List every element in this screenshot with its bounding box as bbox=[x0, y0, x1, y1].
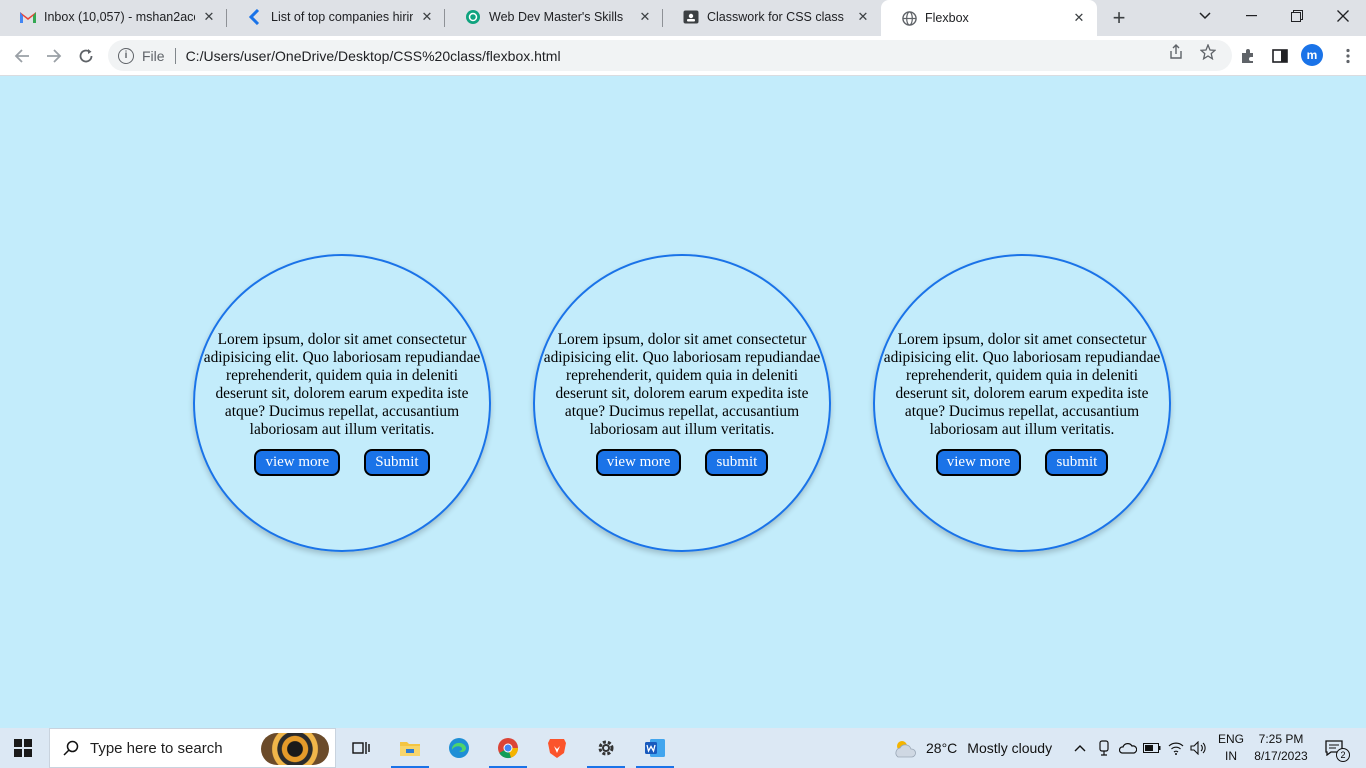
tab-title: Flexbox bbox=[925, 11, 969, 25]
file-explorer-icon[interactable] bbox=[391, 734, 429, 768]
language-indicator[interactable]: ENG IN bbox=[1216, 731, 1246, 765]
side-panel-icon[interactable] bbox=[1270, 46, 1290, 66]
settings-icon[interactable] bbox=[587, 734, 625, 768]
tab-title: Classwork for CSS class bbox=[707, 10, 844, 24]
taskbar-search-box[interactable]: Type here to search bbox=[49, 728, 336, 768]
task-view-icon[interactable] bbox=[346, 734, 376, 762]
chatgpt-icon bbox=[465, 9, 481, 25]
volume-icon[interactable] bbox=[1190, 738, 1208, 758]
extensions-icon[interactable] bbox=[1238, 46, 1258, 66]
circle-card-1: Lorem ipsum, dolor sit amet consectetur … bbox=[193, 254, 491, 552]
submit-button[interactable]: Submit bbox=[364, 448, 430, 476]
search-icon bbox=[62, 739, 80, 757]
circle-card-3: Lorem ipsum, dolor sit amet consectetur … bbox=[873, 254, 1171, 552]
edge-icon[interactable] bbox=[444, 734, 474, 762]
browser-menu-icon[interactable] bbox=[1338, 46, 1358, 66]
profile-avatar[interactable]: m bbox=[1301, 44, 1323, 66]
tab-title: List of top companies hiring f bbox=[271, 10, 413, 24]
close-icon[interactable]: ✕ bbox=[201, 9, 217, 25]
back-icon[interactable] bbox=[8, 42, 36, 70]
chrome-icon[interactable] bbox=[489, 734, 527, 768]
partly-cloudy-icon bbox=[892, 736, 920, 760]
close-icon[interactable]: ✕ bbox=[637, 9, 653, 25]
windows-taskbar: Type here to search 28°C Mostly cloudy E… bbox=[0, 728, 1366, 768]
minimize-icon[interactable] bbox=[1228, 0, 1274, 32]
wifi-icon[interactable] bbox=[1167, 738, 1185, 758]
weather-widget[interactable]: 28°C Mostly cloudy bbox=[892, 728, 1052, 768]
weather-condition: Mostly cloudy bbox=[967, 740, 1053, 756]
tab-title: Web Dev Master's Skills bbox=[489, 10, 624, 24]
close-icon[interactable]: ✕ bbox=[419, 9, 435, 25]
site-icon bbox=[247, 9, 263, 25]
browser-tab-strip: Inbox (10,057) - mshan2acc@ ✕ List of to… bbox=[0, 0, 1366, 36]
search-highlight-image bbox=[261, 733, 329, 765]
search-placeholder: Type here to search bbox=[90, 739, 223, 757]
card-text: Lorem ipsum, dolor sit amet consectetur … bbox=[203, 330, 481, 438]
view-more-button[interactable]: view more bbox=[595, 448, 682, 476]
card-text: Lorem ipsum, dolor sit amet consectetur … bbox=[883, 330, 1161, 438]
tab-search-chevron-icon[interactable] bbox=[1182, 0, 1228, 32]
card-buttons: view more submit bbox=[595, 448, 769, 476]
classroom-icon bbox=[683, 9, 699, 25]
notification-center-icon[interactable]: 2 bbox=[1322, 738, 1350, 762]
tab-title: Inbox (10,057) - mshan2acc@ bbox=[44, 10, 195, 24]
card-buttons: view more Submit bbox=[254, 448, 430, 476]
url-text[interactable]: C:/Users/user/OneDrive/Desktop/CSS%20cla… bbox=[186, 48, 561, 64]
close-icon[interactable]: ✕ bbox=[855, 9, 871, 25]
share-icon[interactable] bbox=[1167, 43, 1185, 61]
battery-icon[interactable] bbox=[1143, 738, 1161, 758]
view-more-button[interactable]: view more bbox=[935, 448, 1022, 476]
tab-companies-list[interactable]: List of top companies hiring f ✕ bbox=[227, 0, 445, 34]
forward-icon[interactable] bbox=[40, 42, 68, 70]
reload-icon[interactable] bbox=[72, 42, 100, 70]
scheme-label: File bbox=[142, 47, 165, 64]
tab-gmail-inbox[interactable]: Inbox (10,057) - mshan2acc@ ✕ bbox=[0, 0, 227, 34]
brave-icon[interactable] bbox=[542, 734, 572, 762]
onedrive-sync-icon[interactable] bbox=[1119, 738, 1137, 758]
notification-count-badge: 2 bbox=[1336, 748, 1350, 762]
restore-icon[interactable] bbox=[1274, 0, 1320, 32]
globe-icon bbox=[901, 10, 917, 26]
submit-button[interactable]: submit bbox=[1045, 448, 1109, 476]
card-text: Lorem ipsum, dolor sit amet consectetur … bbox=[543, 330, 821, 438]
show-hidden-icons-chevron-icon[interactable] bbox=[1071, 738, 1089, 758]
tab-classwork-css[interactable]: Classwork for CSS class ✕ bbox=[663, 0, 881, 34]
system-clock[interactable]: 7:25 PM 8/17/2023 bbox=[1252, 731, 1310, 765]
tab-flexbox[interactable]: Flexbox ✕ bbox=[881, 0, 1097, 36]
clock-date: 8/17/2023 bbox=[1254, 749, 1308, 763]
window-close-icon[interactable] bbox=[1320, 0, 1366, 32]
windows-start-icon[interactable] bbox=[14, 739, 32, 757]
browser-toolbar: i File C:/Users/user/OneDrive/Desktop/CS… bbox=[0, 36, 1366, 76]
view-more-button[interactable]: view more bbox=[254, 448, 341, 476]
info-icon[interactable]: i bbox=[118, 47, 134, 64]
clock-time: 7:25 PM bbox=[1258, 732, 1304, 746]
circle-card-2: Lorem ipsum, dolor sit amet consectetur … bbox=[533, 254, 831, 552]
submit-button[interactable]: submit bbox=[705, 448, 769, 476]
bookmark-star-icon[interactable] bbox=[1199, 43, 1217, 61]
close-icon[interactable]: ✕ bbox=[1071, 10, 1087, 26]
weather-temperature: 28°C bbox=[926, 740, 958, 756]
gmail-icon bbox=[20, 9, 36, 25]
word-icon[interactable] bbox=[636, 734, 674, 768]
new-tab-button[interactable]: + bbox=[1105, 4, 1133, 32]
tab-web-dev-skills[interactable]: Web Dev Master's Skills ✕ bbox=[445, 0, 663, 34]
meet-now-icon[interactable] bbox=[1096, 738, 1114, 758]
card-buttons: view more submit bbox=[935, 448, 1109, 476]
address-bar[interactable]: i File C:/Users/user/OneDrive/Desktop/CS… bbox=[108, 40, 1232, 71]
